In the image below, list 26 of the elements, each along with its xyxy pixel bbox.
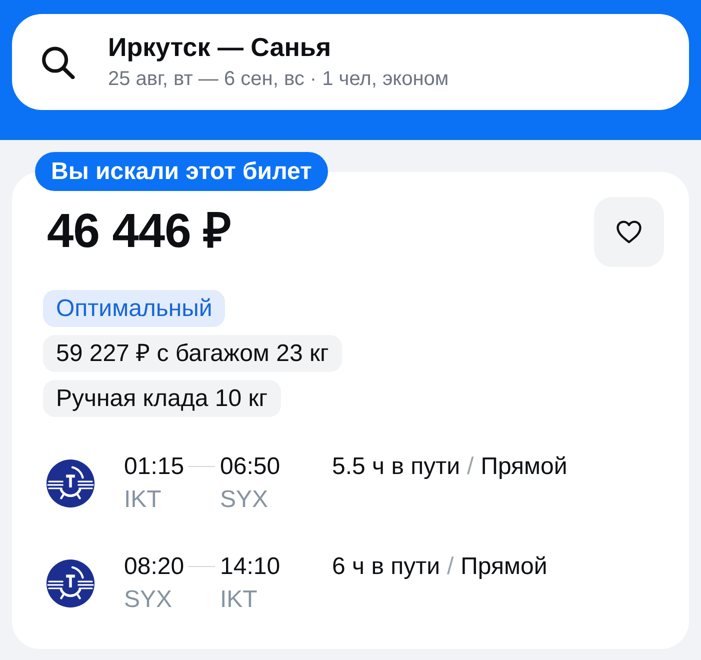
arrival-airport-code: SYX <box>220 486 268 513</box>
departure-airport-code: IKT <box>124 486 162 513</box>
arrival-airport-code: IKT <box>220 586 258 613</box>
ticket-price: 46 446 ₽ <box>46 204 232 260</box>
slash-separator: / <box>447 552 454 582</box>
fare-type-tag: Оптимальный <box>43 290 226 327</box>
searched-ticket-badge: Вы искали этот билет <box>35 152 328 191</box>
stops-label: Прямой <box>460 552 548 582</box>
departure-time: 08:20 <box>124 552 184 582</box>
stops-label: Прямой <box>480 452 568 482</box>
arrival-time: 14:10 <box>220 553 280 580</box>
winged-emblem-icon <box>46 458 95 508</box>
flight-duration: 5.5 ч в пути <box>332 452 460 482</box>
departure-time: 01:15 <box>124 452 184 482</box>
route-title: Иркутск — Санья <box>108 31 332 63</box>
search-summary-bar[interactable]: Иркутск — Санья 25 авг, вт — 6 сен, вс · 1 чел, эконом <box>12 14 689 110</box>
favorite-button[interactable] <box>594 197 664 267</box>
info-tag: 59 227 ₽ с багажом 23 кг <box>43 335 342 372</box>
arrival-time: 06:50 <box>220 453 280 480</box>
flight-duration: 6 ч в пути <box>332 552 440 582</box>
trip-details: 25 авг, вт — 6 сен, вс · 1 чел, эконом <box>108 67 449 92</box>
slash-separator: / <box>467 452 474 482</box>
info-tag: Ручная клада 10 кг <box>43 380 281 417</box>
winged-emblem-icon <box>46 558 95 608</box>
search-icon <box>40 45 76 79</box>
departure-airport-code: SYX <box>124 586 172 613</box>
